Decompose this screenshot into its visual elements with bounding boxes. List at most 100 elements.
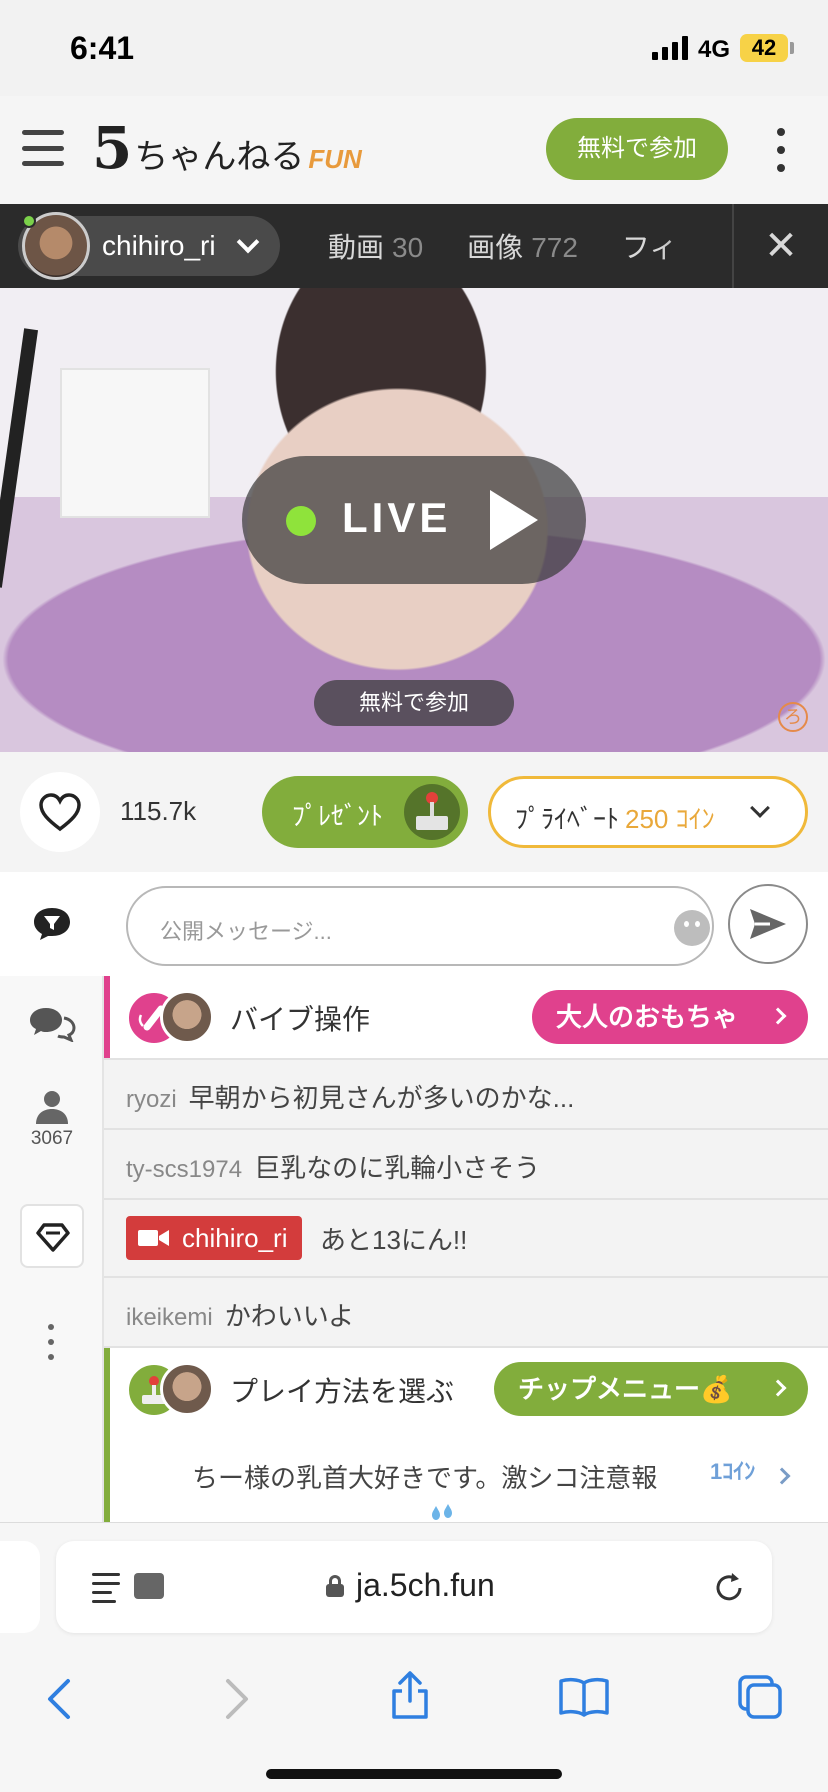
action-row: 115.7k ﾌﾟﾚｾﾞﾝﾄ ﾌﾟﾗｲﾍﾞｰﾄ 250 ｺｲﾝ bbox=[0, 752, 828, 872]
network-type: 4G bbox=[698, 36, 731, 63]
joystick-icon bbox=[404, 784, 460, 840]
logo-kana: ちゃんねる bbox=[134, 138, 305, 176]
tab-images[interactable]: 画像 772 bbox=[467, 226, 578, 266]
streamer-name: chihiro_ri bbox=[102, 230, 216, 261]
online-indicator bbox=[22, 214, 36, 228]
avatar bbox=[160, 1362, 214, 1416]
close-icon[interactable]: ✕ bbox=[732, 204, 828, 288]
send-icon bbox=[750, 909, 786, 939]
public-message-input[interactable]: 公開メッセージ... bbox=[126, 886, 714, 966]
chat-message: ty-scs1974 巨乳なのに乳輪小さそう bbox=[104, 1130, 828, 1200]
status-bar: 6:41 4G 42 bbox=[0, 0, 828, 96]
screen: { "status_bar": { "time": "6:41", "netwo… bbox=[0, 0, 828, 1792]
tip-item-cost: 1ｺｲﾝ bbox=[710, 1459, 756, 1484]
droplets-icon bbox=[432, 1504, 452, 1520]
private-show-button[interactable]: ﾌﾟﾗｲﾍﾞｰﾄ 250 ｺｲﾝ bbox=[488, 776, 808, 848]
tab-videos[interactable]: 動画 30 bbox=[328, 226, 423, 266]
previous-tab-preview[interactable] bbox=[0, 1541, 40, 1633]
message-text: 巨乳なのに乳輪小さそう bbox=[254, 1153, 541, 1183]
chat-message: ryozi 早朝から初見さんが多いのかな... bbox=[104, 1060, 828, 1130]
home-indicator bbox=[266, 1769, 562, 1779]
like-button[interactable] bbox=[20, 772, 100, 852]
tip-menu-button[interactable]: チップメニュー💰 bbox=[494, 1362, 808, 1416]
site-header: 5 ちゃんねる FUN 無料で参加 bbox=[0, 96, 828, 204]
address-bar[interactable]: ja.5ch.fun bbox=[56, 1541, 772, 1633]
adult-toys-button[interactable]: 大人のおもちゃ bbox=[532, 990, 808, 1044]
status-time: 6:41 bbox=[70, 30, 135, 66]
tabs-icon[interactable] bbox=[736, 1673, 784, 1721]
chevron-down-icon bbox=[236, 230, 260, 254]
send-button[interactable] bbox=[728, 884, 808, 964]
logo-suffix: FUN bbox=[308, 144, 362, 174]
diamond-icon bbox=[36, 1223, 70, 1252]
streamer-bar: chihiro_ri 動画 30 画像 772 フィ ✕ bbox=[0, 204, 828, 288]
rail-chat-active[interactable] bbox=[0, 872, 104, 976]
back-icon[interactable] bbox=[44, 1677, 74, 1721]
message-placeholder: 公開メッセージ... bbox=[160, 919, 332, 944]
present-label: ﾌﾟﾚｾﾞﾝﾄ bbox=[292, 801, 384, 831]
reader-mode-icon[interactable] bbox=[92, 1571, 126, 1603]
promo-accent bbox=[104, 976, 110, 1058]
tab-count: 30 bbox=[392, 232, 424, 263]
share-icon[interactable] bbox=[388, 1669, 432, 1721]
avatar bbox=[160, 990, 214, 1044]
live-video[interactable]: LIVE 無料で参加 ろ bbox=[0, 288, 828, 752]
chat-bubbles-icon bbox=[30, 1008, 76, 1042]
background-shelf bbox=[60, 368, 210, 518]
message-text: かわいいよ bbox=[224, 1301, 355, 1331]
battery-tip bbox=[790, 42, 794, 54]
live-indicator bbox=[286, 506, 316, 536]
user-icon bbox=[36, 1091, 68, 1124]
forward-icon[interactable] bbox=[222, 1677, 252, 1721]
private-label: ﾌﾟﾗｲﾍﾞｰﾄ bbox=[515, 804, 620, 834]
rail-viewers[interactable]: 3067 bbox=[0, 1090, 104, 1150]
more-options-icon[interactable] bbox=[776, 128, 786, 172]
emoji-icon[interactable] bbox=[674, 910, 710, 946]
chat-side-rail: 3067 bbox=[0, 872, 104, 1522]
reload-icon[interactable] bbox=[712, 1571, 746, 1605]
tip-menu-promo: プレイ方法を選ぶ チップメニュー💰 ちー様の乳首大好きです。激シコ注意報 1ｺｲ… bbox=[104, 1348, 828, 1524]
vibe-promo-row: バイブ操作 大人のおもちゃ bbox=[104, 976, 828, 1060]
message-user: chihiro_ri bbox=[182, 1223, 288, 1253]
message-user[interactable]: ty-scs1974 bbox=[126, 1156, 242, 1183]
broadcaster-badge[interactable]: chihiro_ri bbox=[126, 1216, 302, 1260]
streamer-selector[interactable]: chihiro_ri bbox=[18, 212, 280, 280]
present-button[interactable]: ﾌﾟﾚｾﾞﾝﾄ bbox=[262, 776, 468, 848]
watermark-logo: ろ bbox=[778, 702, 808, 732]
promo-accent bbox=[104, 1348, 110, 1524]
video-join-button[interactable]: 無料で参加 bbox=[314, 680, 514, 726]
message-user[interactable]: ikeikemi bbox=[126, 1304, 213, 1331]
camera-pole bbox=[0, 328, 39, 588]
live-label: LIVE bbox=[342, 494, 452, 541]
chevron-right-icon[interactable] bbox=[773, 1467, 791, 1485]
join-free-button[interactable]: 無料で参加 bbox=[546, 118, 728, 180]
private-cost: 250 ｺｲﾝ bbox=[625, 804, 715, 834]
site-logo[interactable]: 5 ちゃんねる FUN bbox=[92, 114, 362, 184]
tip-item-text[interactable]: ちー様の乳首大好きです。激シコ注意報 bbox=[192, 1458, 657, 1495]
chat-filter-icon bbox=[34, 908, 70, 940]
browser-toolbar: ja.5ch.fun bbox=[0, 1522, 828, 1792]
battery-icon: 42 bbox=[740, 34, 788, 62]
like-count: 115.7k bbox=[120, 796, 197, 826]
url-text: ja.5ch.fun bbox=[356, 1567, 495, 1603]
tabs-fade bbox=[660, 204, 732, 288]
video-camera-icon bbox=[138, 1230, 169, 1246]
rail-more-icon[interactable] bbox=[48, 1324, 56, 1360]
message-user[interactable]: ryozi bbox=[126, 1086, 177, 1113]
lock-icon bbox=[326, 1575, 344, 1597]
rail-private-chat[interactable] bbox=[0, 1006, 104, 1042]
bookmarks-icon[interactable] bbox=[558, 1675, 610, 1717]
chat-message: ikeikemi かわいいよ bbox=[104, 1278, 828, 1348]
rail-diamond[interactable] bbox=[20, 1204, 84, 1268]
chat-message-broadcaster: chihiro_ri あと13にん!! bbox=[104, 1200, 828, 1278]
chat-panel: 公開メッセージ... バイブ操作 大人のおもちゃ ryozi 早朝から初見さんが多… bbox=[104, 872, 828, 1524]
message-text: あと13にん!! bbox=[320, 1225, 468, 1255]
tab-count: 772 bbox=[531, 232, 578, 263]
live-play-button[interactable]: LIVE bbox=[242, 456, 586, 584]
promo-avatars bbox=[126, 1362, 216, 1418]
promo-avatars bbox=[126, 990, 216, 1046]
signal-icon bbox=[652, 36, 688, 60]
extension-icon[interactable] bbox=[134, 1573, 164, 1599]
menu-icon[interactable] bbox=[22, 130, 64, 166]
message-text: 早朝から初見さんが多いのかな... bbox=[188, 1083, 575, 1113]
